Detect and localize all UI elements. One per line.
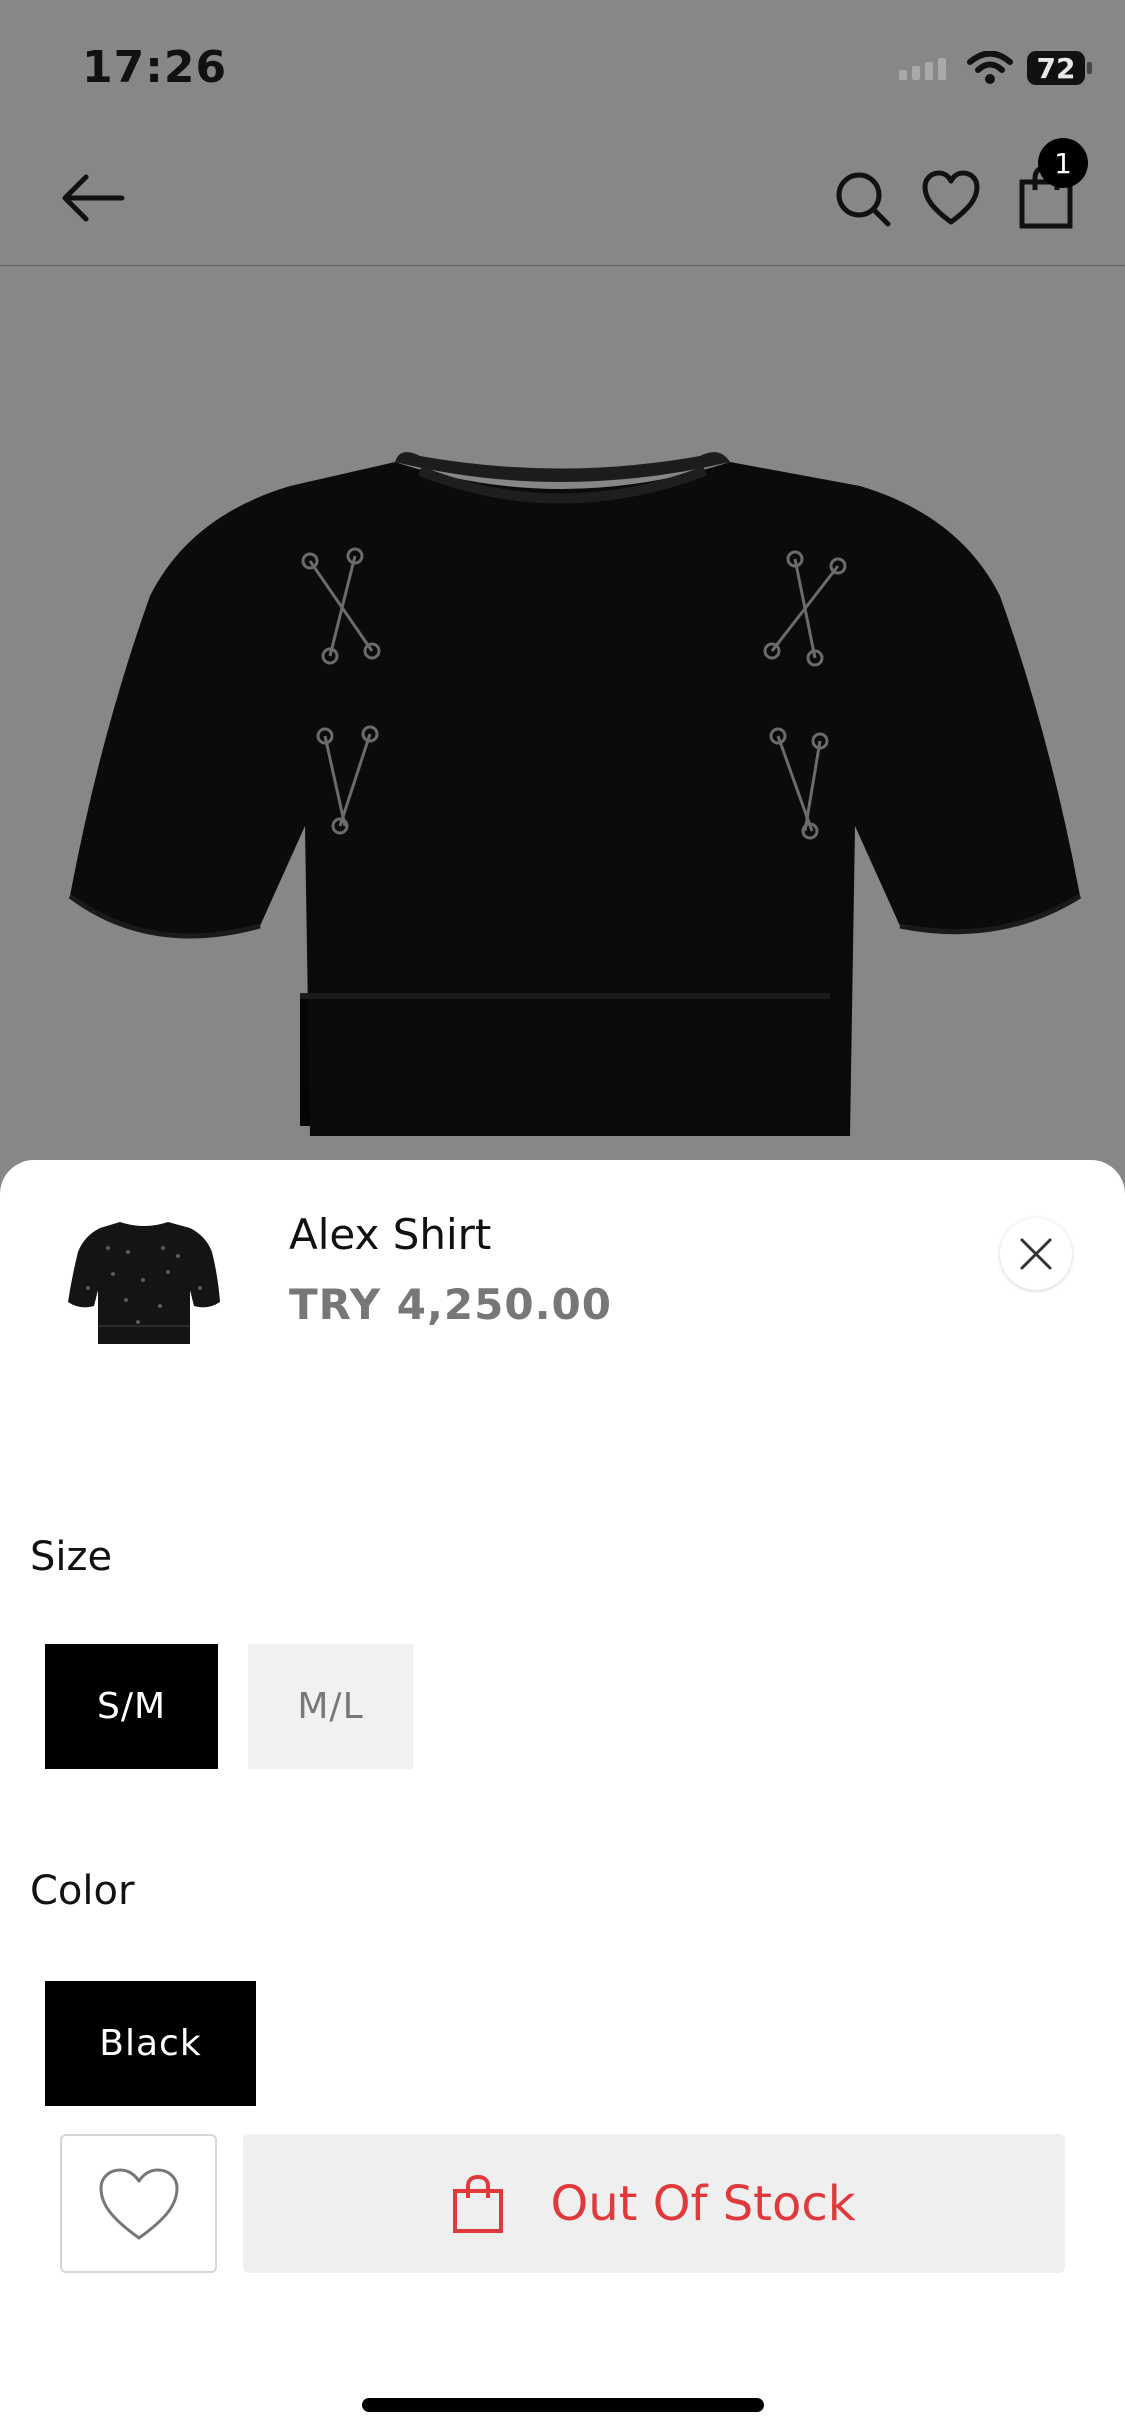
- back-arrow-icon[interactable]: [60, 172, 126, 224]
- shopping-bag-icon: [453, 2174, 504, 2233]
- product-image: [0, 266, 1125, 1166]
- product-thumbnail: [68, 1222, 220, 1344]
- home-indicator[interactable]: [362, 2398, 764, 2412]
- cellular-signal-icon: [899, 58, 946, 80]
- close-icon: [1020, 1238, 1052, 1270]
- cart-count-badge: 1: [1038, 138, 1088, 188]
- search-icon[interactable]: [834, 170, 892, 228]
- size-option-ml[interactable]: M/L: [248, 1644, 413, 1769]
- status-icons: 72: [899, 48, 1092, 88]
- battery-icon: 72: [1027, 51, 1092, 85]
- out-of-stock-label: Out Of Stock: [550, 2175, 856, 2232]
- color-option-black[interactable]: Black: [45, 1981, 256, 2106]
- add-to-wishlist-button[interactable]: [60, 2134, 217, 2273]
- size-label: Size: [30, 1534, 113, 1580]
- out-of-stock-button[interactable]: Out Of Stock: [243, 2134, 1065, 2273]
- product-name: Alex Shirt: [289, 1210, 492, 1259]
- battery-level: 72: [1036, 51, 1076, 85]
- product-price: TRY 4,250.00: [289, 1280, 612, 1329]
- wishlist-heart-icon[interactable]: [922, 170, 980, 226]
- size-option-sm[interactable]: S/M: [45, 1644, 218, 1769]
- heart-icon: [99, 2168, 178, 2239]
- product-shirt-image: [68, 452, 1082, 1136]
- wifi-icon: [967, 51, 1013, 84]
- color-label: Color: [30, 1868, 135, 1914]
- close-button[interactable]: [1000, 1218, 1072, 1290]
- status-time: 17:26: [82, 42, 228, 93]
